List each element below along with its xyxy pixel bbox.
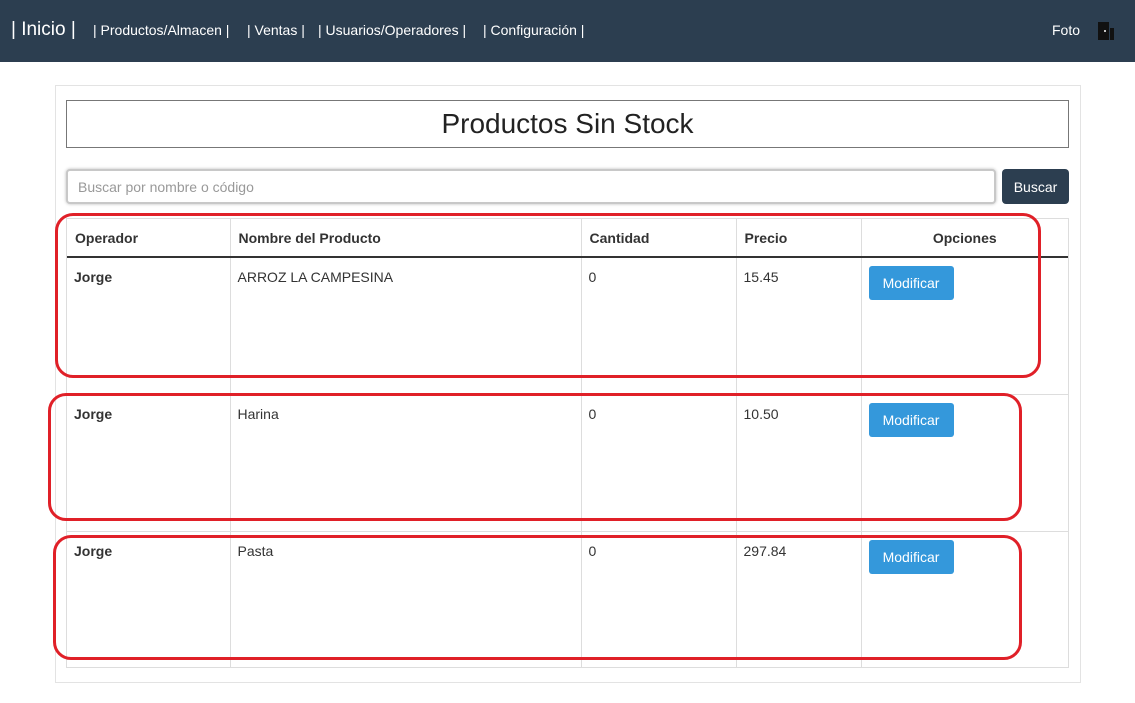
cell-precio: 15.45: [735, 256, 861, 394]
page-title: Productos Sin Stock: [441, 108, 694, 139]
cell-operador: Jorge: [67, 393, 230, 531]
cell-precio: 297.84: [735, 530, 861, 668]
header-cantidad: Cantidad: [580, 219, 736, 258]
cell-nombre: Harina: [229, 393, 581, 531]
nav-home-link[interactable]: | Inicio |: [11, 19, 76, 41]
header-operador: Operador: [67, 219, 230, 258]
search-button[interactable]: Buscar: [1002, 169, 1069, 204]
table-header-row: Operador Nombre del Producto Cantidad Pr…: [67, 219, 1068, 258]
table-row: Jorge Pasta 0 297.84 Modificar: [67, 530, 1068, 668]
header-nombre: Nombre del Producto: [229, 219, 581, 258]
table-row: Jorge ARROZ LA CAMPESINA 0 15.45 Modific…: [67, 256, 1068, 394]
door-exit-icon[interactable]: [1094, 19, 1118, 43]
cell-opciones: Modificar: [860, 256, 1068, 394]
top-navbar: | Inicio | | Productos/Almacen | | Venta…: [0, 0, 1135, 62]
header-opciones: Opciones: [860, 219, 1068, 258]
modify-button[interactable]: Modificar: [868, 402, 954, 437]
modify-button[interactable]: Modificar: [868, 266, 954, 300]
cell-opciones: Modificar: [860, 530, 1068, 668]
cell-precio: 10.50: [735, 393, 861, 531]
cell-cantidad: 0: [580, 393, 736, 531]
cell-opciones: Modificar: [860, 393, 1068, 531]
cell-cantidad: 0: [580, 256, 736, 394]
table-row: Jorge Harina 0 10.50 Modificar: [67, 393, 1068, 531]
search-input[interactable]: [66, 169, 996, 204]
nav-ventas-link[interactable]: | Ventas |: [247, 22, 305, 38]
nav-usuarios-link[interactable]: | Usuarios/Operadores |: [318, 22, 466, 38]
header-precio: Precio: [735, 219, 861, 258]
cell-nombre: ARROZ LA CAMPESINA: [229, 256, 581, 394]
cell-operador: Jorge: [67, 530, 230, 668]
nav-productos-link[interactable]: | Productos/Almacen |: [93, 22, 229, 38]
modify-button[interactable]: Modificar: [868, 539, 954, 574]
nav-configuracion-link[interactable]: | Configuración |: [483, 22, 584, 38]
cell-cantidad: 0: [580, 530, 736, 668]
cell-operador: Jorge: [67, 256, 230, 394]
cell-nombre: Pasta: [229, 530, 581, 668]
nav-foto-link[interactable]: Foto: [1052, 22, 1080, 38]
products-table: Operador Nombre del Producto Cantidad Pr…: [66, 218, 1069, 668]
page-title-box: Productos Sin Stock: [66, 100, 1069, 148]
